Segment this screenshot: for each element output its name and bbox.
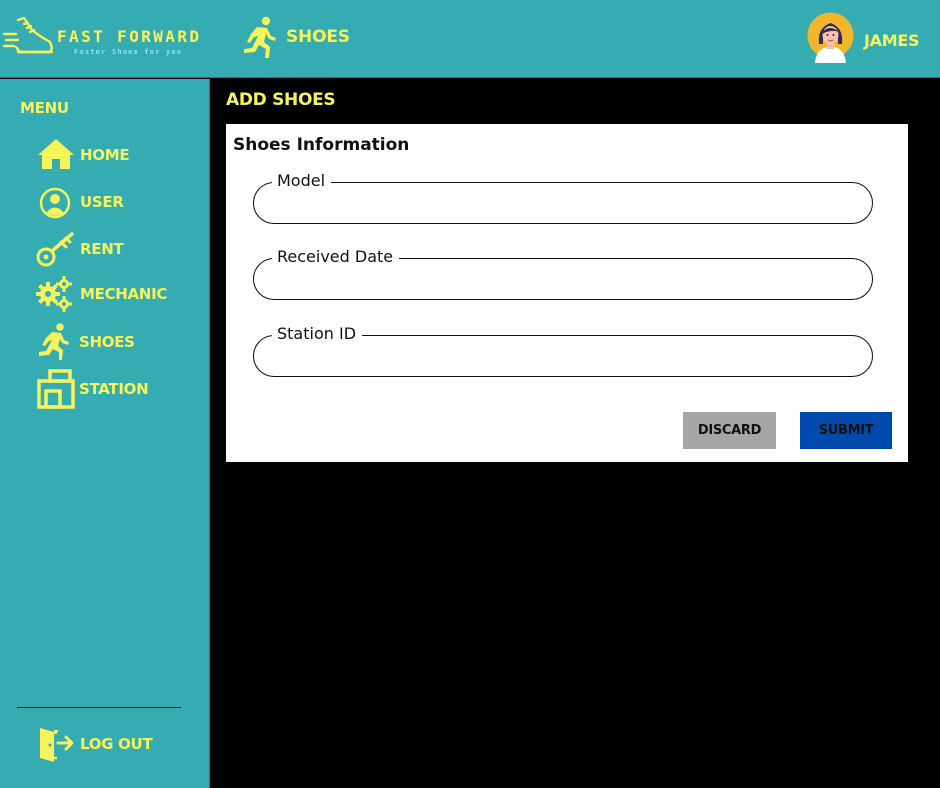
sidebar-item-label: STATION [79,380,149,398]
sidebar-divider [17,707,181,708]
sidebar-item-home[interactable]: HOME [36,135,206,175]
model-input[interactable] [270,193,855,215]
sidebar-item-label: MECHANIC [80,285,168,303]
sneaker-logo-icon [2,16,54,54]
runner-icon [39,323,69,360]
station-id-field-label: Station ID [272,324,363,344]
home-icon [38,139,74,169]
received-date-field-label: Received Date [272,247,400,267]
sidebar-item-rent[interactable]: RENT [36,229,206,269]
logout-button[interactable]: LOG OUT [36,724,206,764]
shoes-form-card: Shoes Information Model Received Date St… [226,124,908,462]
sidebar-item-label: RENT [80,240,124,258]
discard-button[interactable]: DISCARD [683,412,776,449]
brand-title: FAST FORWARD [57,27,202,46]
submit-button[interactable]: SUBMIT [800,412,892,449]
logout-label: LOG OUT [80,735,153,753]
sidebar-item-user[interactable]: USER [36,182,206,222]
avatar[interactable] [807,12,854,63]
menu-heading: MENU [20,99,69,117]
header-page-label: SHOES [286,27,350,47]
gears-icon [36,276,72,312]
sidebar-item-label: SHOES [79,333,135,351]
logout-icon [40,728,74,762]
form-title: Shoes Information [233,135,410,155]
model-field-label: Model [272,171,332,191]
key-icon [36,232,74,267]
top-header: FAST FORWARD Faster Shoes for you SHOES … [0,0,940,78]
received-date-field[interactable]: Received Date [253,247,873,300]
sidebar-item-label: USER [80,193,124,211]
runner-icon [244,16,276,58]
sidebar-item-label: HOME [80,146,130,164]
user-name: JAMES [864,31,920,50]
station-icon [37,369,75,409]
page-title: ADD SHOES [226,90,336,110]
sidebar: MENU HOME USER RENT MECHANIC SHOES STATI… [0,79,210,788]
model-field[interactable]: Model [253,171,873,224]
received-date-input[interactable] [270,269,855,291]
sidebar-item-station[interactable]: STATION [36,369,206,409]
station-id-input[interactable] [270,346,855,368]
user-icon [39,187,71,219]
sidebar-item-shoes[interactable]: SHOES [36,322,206,362]
sidebar-item-mechanic[interactable]: MECHANIC [36,274,206,314]
station-id-field[interactable]: Station ID [253,324,873,377]
brand-tagline: Faster Shoes for you [74,48,183,56]
